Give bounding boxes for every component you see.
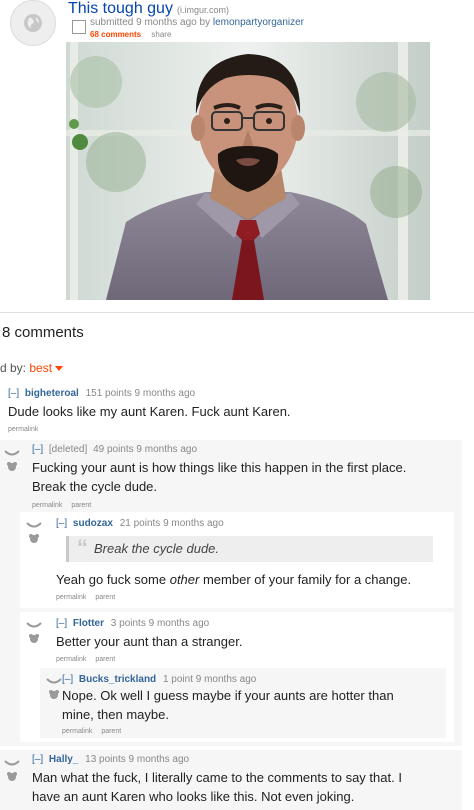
comment: [–] sudozax 21 points 9 months ago “ Brea… — [20, 512, 454, 608]
parent-link[interactable]: parent — [95, 594, 115, 601]
comment-links: permalink — [8, 426, 45, 433]
comment-emphasis: other — [169, 572, 200, 587]
comment-text: member of your family for a change. — [199, 572, 412, 587]
comment: [–] Hally_ 13 points 9 months ago Man wh… — [0, 750, 462, 810]
comment-header: [–] Bucks_trickland 1 point 9 months ago — [62, 674, 256, 685]
vote-arrows-icon — [4, 450, 20, 471]
comment-meta: 13 points 9 months ago — [85, 754, 190, 765]
parent-link[interactable]: parent — [71, 502, 91, 509]
globe-icon — [24, 14, 42, 32]
comment-links: permalink parent — [62, 728, 128, 735]
thumbnail[interactable] — [10, 0, 56, 46]
vote-arrows[interactable] — [4, 446, 20, 474]
comment: [–] Flotter 3 points 9 months ago Better… — [20, 612, 454, 742]
permalink-link[interactable]: permalink — [56, 656, 86, 663]
comment-line: have an aunt Karen who looks like this. … — [32, 789, 355, 804]
vote-arrows-icon — [26, 522, 42, 543]
post-image[interactable] — [66, 42, 430, 300]
comment-body: Dude looks like my aunt Karen. Fuck aunt… — [8, 404, 291, 419]
comment-author[interactable]: bigheteroal — [25, 388, 79, 399]
parent-link[interactable]: parent — [95, 656, 115, 663]
blockquote: “ Break the cycle dude. — [66, 536, 433, 562]
collapse-toggle[interactable]: [–] — [56, 518, 67, 529]
chevron-down-icon[interactable] — [55, 366, 64, 372]
vote-arrows[interactable] — [4, 756, 20, 784]
permalink-link[interactable]: permalink — [62, 728, 92, 735]
quote-text: Break the cycle dude. — [94, 541, 220, 556]
permalink-link[interactable]: permalink — [32, 502, 62, 509]
comment-header: [–] Hally_ 13 points 9 months ago — [32, 754, 189, 765]
comment-body: Better your aunt than a stranger. — [56, 634, 243, 649]
comments-link[interactable]: 68 comments — [90, 30, 141, 39]
comment-links: permalink parent — [32, 502, 98, 509]
divider — [0, 312, 474, 313]
vote-arrows-icon — [26, 622, 42, 643]
post-buttons: 68 comments share — [90, 30, 171, 39]
comment-meta: 151 points 9 months ago — [85, 388, 196, 399]
comment-line: Nope. Ok well I guess maybe if your aunt… — [62, 688, 394, 703]
comment-author[interactable]: Bucks_trickland — [79, 674, 156, 685]
vote-arrows[interactable] — [26, 618, 42, 646]
permalink-link[interactable]: permalink — [56, 594, 86, 601]
permalink-link[interactable]: permalink — [8, 426, 38, 433]
sort-label: d by: — [0, 361, 27, 375]
comment-author[interactable]: Hally_ — [49, 754, 78, 765]
quote-icon: “ — [77, 535, 88, 560]
post: This tough guy (i.imgur.com) submitted 9 … — [0, 0, 474, 310]
vote-arrows-icon — [4, 760, 20, 781]
post-author[interactable]: lemonpartyorganizer — [213, 17, 304, 28]
parent-link[interactable]: parent — [101, 728, 121, 735]
comment: [–] bigheteroal 151 points 9 months ago … — [0, 384, 474, 440]
comment-header: [–] [deleted] 49 points 9 months ago — [32, 444, 197, 455]
vote-arrows[interactable] — [26, 518, 42, 546]
comment-meta: 49 points 9 months ago — [93, 444, 198, 455]
comment-line: Fucking your aunt is how things like thi… — [32, 460, 407, 475]
comment-text: Yeah go fuck some — [56, 572, 170, 587]
comment-author[interactable]: sudozax — [73, 518, 113, 529]
comment-author[interactable]: Flotter — [73, 618, 104, 629]
comment-line: Break the cycle dude. — [32, 479, 158, 494]
comment-line: Man what the fuck, I literally came to t… — [32, 770, 402, 785]
comment-links: permalink parent — [56, 656, 122, 663]
collapse-toggle[interactable]: [–] — [62, 674, 73, 685]
comment-body: Fucking your aunt is how things like thi… — [32, 458, 462, 496]
comment-links: permalink parent — [56, 594, 122, 601]
comment-meta: 3 points 9 months ago — [110, 618, 210, 629]
comment-count-heading: 8 comments — [2, 324, 84, 341]
comment: [–] [deleted] 49 points 9 months ago Fuc… — [0, 440, 462, 746]
comment-header: [–] Flotter 3 points 9 months ago — [56, 618, 209, 629]
post-tagline: submitted 9 months ago by lemonpartyorga… — [90, 17, 304, 28]
post-domain[interactable]: (i.imgur.com) — [177, 5, 229, 15]
comment: [–] Bucks_trickland 1 point 9 months ago… — [40, 668, 446, 738]
collapse-toggle[interactable]: [–] — [32, 444, 43, 455]
vote-arrows[interactable] — [46, 674, 62, 702]
comment-meta: 21 points 9 months ago — [119, 518, 224, 529]
select-checkbox[interactable] — [72, 20, 86, 34]
comment-body: Man what the fuck, I literally came to t… — [32, 768, 462, 806]
comment-body: Yeah go fuck some other member of your f… — [56, 570, 452, 589]
comment-author: [deleted] — [48, 444, 88, 455]
tagline-text: submitted 9 months ago by — [90, 17, 211, 28]
man-photo-image — [66, 42, 430, 300]
comment-line: mine, then maybe. — [62, 707, 169, 722]
vote-arrows-icon — [46, 678, 62, 699]
sort-menu[interactable]: d by: best — [0, 361, 64, 375]
comment-meta: 1 point 9 months ago — [162, 674, 257, 685]
collapse-toggle[interactable]: [–] — [56, 618, 67, 629]
comment-header: [–] bigheteroal 151 points 9 months ago — [8, 388, 195, 399]
sort-value[interactable]: best — [29, 361, 52, 375]
collapse-toggle[interactable]: [–] — [32, 754, 43, 765]
collapse-toggle[interactable]: [–] — [8, 388, 19, 399]
share-link[interactable]: share — [151, 30, 171, 39]
comment-body: Nope. Ok well I guess maybe if your aunt… — [62, 686, 442, 724]
comment-header: [–] sudozax 21 points 9 months ago — [56, 518, 224, 529]
